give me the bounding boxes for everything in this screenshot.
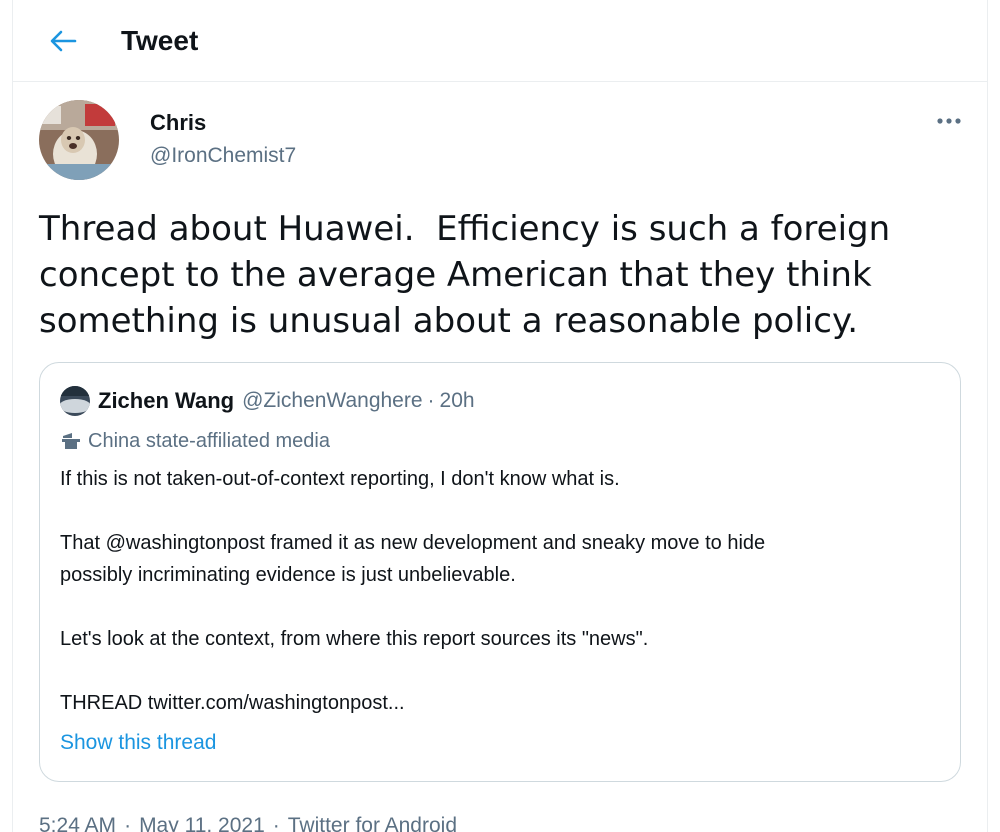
- quoted-paragraph: Let's look at the context, from where th…: [60, 628, 649, 650]
- page-title: Tweet: [121, 24, 199, 56]
- tweet-meta: 5:24 AM · May 11, 2021 · Twitter for Android: [39, 814, 457, 832]
- quoted-paragraph: If this is not taken-out-of-context repo…: [60, 468, 620, 490]
- quoted-author-name: Zichen Wang: [98, 388, 235, 413]
- quoted-author-handle: @ZichenWanghere: [242, 389, 423, 412]
- quoted-paragraph: That @washingtonpost framed it as new de…: [60, 532, 766, 586]
- more-options-button[interactable]: [929, 106, 969, 136]
- tweet-time[interactable]: 5:24 AM: [39, 814, 116, 832]
- author-avatar[interactable]: [39, 100, 119, 180]
- quoted-paragraph: THREAD twitter.com/washingtonpost...: [60, 692, 405, 714]
- tweet-date[interactable]: May 11, 2021: [139, 814, 265, 832]
- quoted-separator: ·: [427, 389, 435, 412]
- meta-separator: ·: [124, 814, 132, 832]
- tweet-source[interactable]: Twitter for Android: [288, 814, 457, 832]
- author-handle[interactable]: @IronChemist7: [150, 144, 296, 168]
- state-media-podium-icon: [60, 432, 82, 450]
- page-header: Tweet: [13, 0, 987, 82]
- quoted-tweet-text: If this is not taken-out-of-context repo…: [60, 463, 940, 719]
- avatar-image: [39, 100, 119, 180]
- quoted-tweet-card[interactable]: Zichen Wang @ZichenWanghere · 20h China …: [39, 362, 961, 782]
- back-button[interactable]: [43, 21, 83, 61]
- quoted-tweet-header: Zichen Wang @ZichenWanghere · 20h: [60, 385, 475, 417]
- tweet-page: Tweet Chris @IronChemist7 Thread about H…: [12, 0, 988, 832]
- more-horizontal-icon: [937, 118, 961, 124]
- state-media-label-text: China state-affiliated media: [88, 429, 330, 452]
- quoted-author-avatar: [60, 386, 90, 416]
- show-thread-link[interactable]: Show this thread: [60, 731, 216, 755]
- author-name[interactable]: Chris: [150, 110, 206, 136]
- quoted-timestamp: 20h: [439, 389, 475, 412]
- arrow-left-icon: [50, 30, 77, 51]
- meta-separator: ·: [272, 814, 280, 832]
- tweet-text: Thread about Huawei. Efficiency is such …: [39, 209, 901, 341]
- tweet-author: Chris @IronChemist7: [39, 100, 969, 184]
- state-media-label[interactable]: China state-affiliated media: [60, 427, 330, 455]
